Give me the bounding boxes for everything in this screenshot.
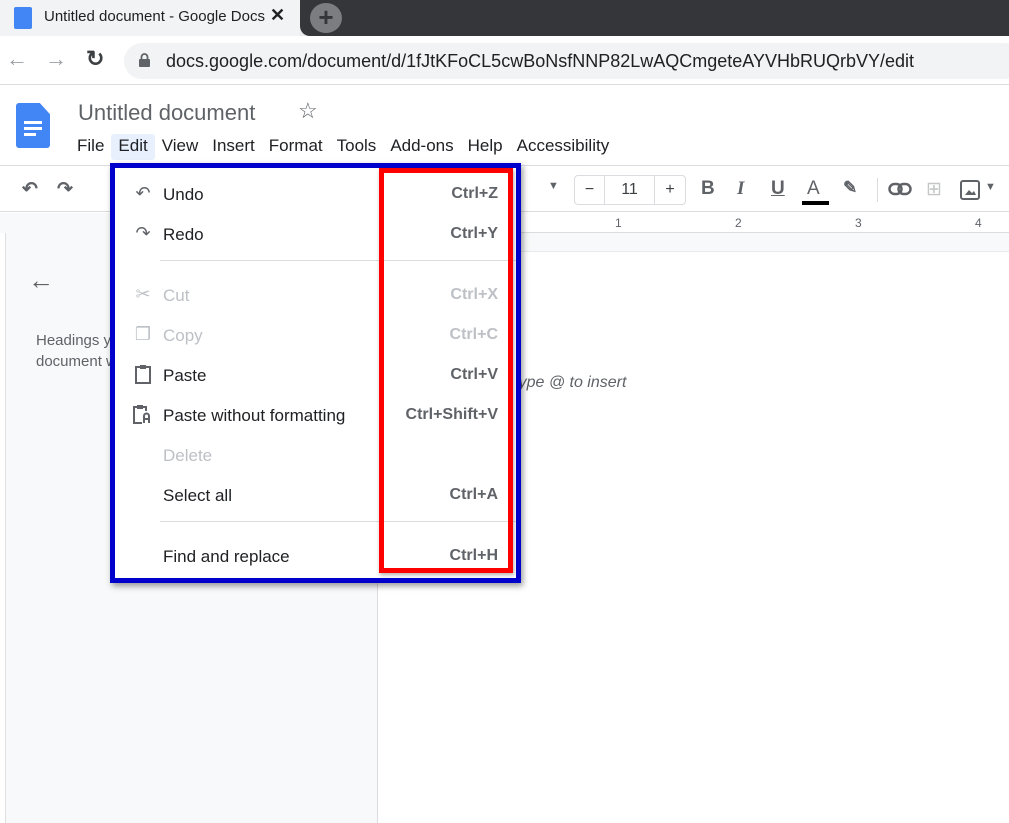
redo-icon[interactable]: ↷ bbox=[57, 178, 73, 201]
text-color-swatch bbox=[802, 201, 829, 205]
menu-format[interactable]: Format bbox=[262, 134, 330, 160]
highlight-pen-icon[interactable]: ✎ bbox=[843, 178, 857, 198]
image-dropdown-arrow-icon[interactable]: ▼ bbox=[985, 181, 996, 193]
address-bar[interactable]: docs.google.com/document/d/1fJtKFoCL5cwB… bbox=[124, 43, 1009, 79]
italic-button[interactable]: I bbox=[737, 178, 744, 200]
font-size-input[interactable]: 11 bbox=[605, 176, 655, 204]
url-text: docs.google.com/document/d/1fJtKFoCL5cwB… bbox=[166, 51, 915, 71]
scissors-icon: ✂ bbox=[135, 284, 151, 304]
menu-item-label: Paste without formatting bbox=[163, 406, 346, 425]
add-comment-icon[interactable]: ⊞ bbox=[926, 178, 942, 201]
menu-add-ons[interactable]: Add-ons bbox=[383, 134, 460, 160]
clipboard-icon bbox=[131, 364, 155, 389]
tab-strip: Untitled document - Google Docs ✕ + bbox=[0, 0, 1009, 36]
link-icon[interactable] bbox=[888, 182, 912, 196]
menu-view[interactable]: View bbox=[155, 134, 206, 160]
decrease-font-size-button[interactable]: − bbox=[575, 176, 605, 204]
document-title[interactable]: Untitled document bbox=[78, 100, 255, 126]
undo-icon[interactable]: ↶ bbox=[22, 178, 38, 201]
toolbar-divider bbox=[877, 178, 878, 202]
menu-tools[interactable]: Tools bbox=[330, 134, 384, 160]
new-tab-button[interactable]: + bbox=[310, 3, 342, 33]
font-size-control: − 11 + bbox=[574, 175, 686, 205]
copy-icon: ❐ bbox=[134, 324, 152, 344]
menu-edit[interactable]: Edit bbox=[111, 134, 155, 160]
star-icon[interactable]: ☆ bbox=[298, 98, 318, 124]
ruler-mark: 4 bbox=[975, 216, 982, 230]
shortcut-highlight-box bbox=[379, 168, 513, 573]
close-tab-icon[interactable]: ✕ bbox=[270, 5, 285, 26]
menu-item-label: Find and replace bbox=[163, 547, 290, 566]
back-arrow-icon[interactable]: ← bbox=[6, 46, 28, 72]
menu-item-label: Delete bbox=[163, 446, 213, 465]
bold-button[interactable]: B bbox=[701, 178, 715, 200]
ruler-mark: 1 bbox=[615, 216, 622, 230]
ruler-mark: 3 bbox=[855, 216, 862, 230]
close-outline-arrow-icon[interactable]: ← bbox=[28, 265, 54, 296]
text-color-button[interactable]: A bbox=[807, 178, 820, 200]
menu-item-label: Paste bbox=[163, 366, 207, 385]
underline-button[interactable]: U bbox=[771, 178, 785, 200]
document-placeholder[interactable]: Type @ to insert bbox=[510, 374, 626, 392]
menu-bar: File Edit View Insert Format Tools Add-o… bbox=[70, 134, 616, 160]
browser-navbar: ← → ↻ docs.google.com/document/d/1fJtKFo… bbox=[0, 36, 1009, 85]
menu-item-label: Copy bbox=[163, 326, 203, 345]
vertical-ruler bbox=[0, 233, 6, 823]
tab-strip-background bbox=[300, 0, 1009, 36]
forward-arrow-icon[interactable]: → bbox=[45, 46, 67, 72]
ruler-mark: 2 bbox=[735, 216, 742, 230]
clipboard-text-icon bbox=[131, 404, 155, 429]
menu-item-label: Cut bbox=[163, 286, 190, 305]
menu-accessibility[interactable]: Accessibility bbox=[510, 134, 617, 160]
insert-image-icon[interactable] bbox=[960, 180, 980, 200]
menu-item-label: Redo bbox=[163, 225, 204, 244]
lock-icon bbox=[139, 53, 150, 67]
menu-item-label: Select all bbox=[163, 486, 232, 505]
browser-tab[interactable]: Untitled document - Google Docs ✕ bbox=[0, 0, 300, 36]
menu-file[interactable]: File bbox=[70, 134, 111, 160]
docs-favicon-icon bbox=[14, 7, 32, 29]
tab-title: Untitled document - Google Docs bbox=[44, 8, 265, 25]
redo-icon: ↷ bbox=[135, 223, 151, 243]
google-docs-logo-icon[interactable] bbox=[16, 103, 50, 148]
increase-font-size-button[interactable]: + bbox=[655, 176, 685, 204]
reload-icon[interactable]: ↻ bbox=[86, 46, 104, 72]
undo-icon: ↶ bbox=[135, 183, 151, 203]
menu-insert[interactable]: Insert bbox=[205, 134, 262, 160]
menu-item-label: Undo bbox=[163, 185, 204, 204]
menu-help[interactable]: Help bbox=[461, 134, 510, 160]
font-dropdown-arrow-icon[interactable]: ▼ bbox=[548, 180, 559, 192]
